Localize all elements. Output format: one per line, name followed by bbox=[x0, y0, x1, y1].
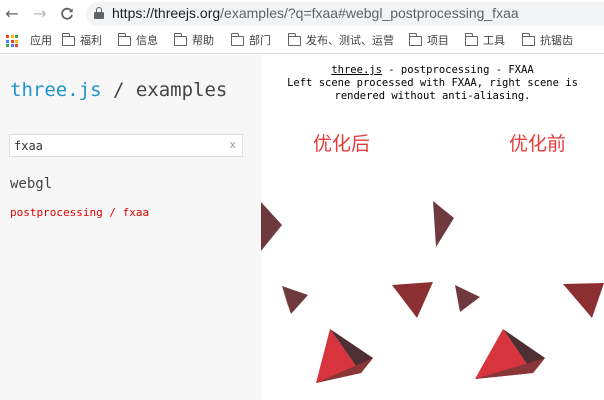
site-brand[interactable]: three.js / examples bbox=[10, 79, 227, 101]
bookmark-label: 应用 bbox=[30, 34, 52, 47]
url-text[interactable]: https://threejs.org/examples/?q=fxaa#web… bbox=[112, 5, 519, 21]
folder-icon bbox=[464, 33, 478, 46]
tetrahedron-shape bbox=[455, 285, 480, 312]
lock-icon[interactable] bbox=[94, 7, 104, 19]
clear-search-icon[interactable]: x bbox=[229, 138, 236, 151]
example-link-postprocessing-fxaa[interactable]: postprocessing / fxaa bbox=[10, 206, 149, 219]
tetrahedron-shape bbox=[563, 283, 604, 318]
bookmark-label: 部门 bbox=[249, 34, 271, 47]
folder-icon bbox=[287, 33, 301, 46]
folder-icon bbox=[117, 33, 131, 46]
url-host: https://threejs.org bbox=[112, 5, 221, 21]
info-line: rendered without anti-aliasing. bbox=[334, 90, 531, 102]
threejs-link[interactable]: three.js bbox=[331, 64, 382, 76]
annotation-after-optimization: 优化后 bbox=[313, 133, 371, 155]
folder-icon bbox=[521, 33, 535, 46]
reload-icon[interactable] bbox=[57, 4, 77, 24]
example-info: three.js - postprocessing - FXAA Left sc… bbox=[261, 64, 604, 103]
brand-examples: / examples bbox=[101, 79, 228, 101]
folder-icon bbox=[408, 33, 422, 46]
tetrahedron-shape bbox=[282, 286, 308, 314]
arrow-right-icon[interactable]: → bbox=[30, 4, 50, 24]
bookmark-label: 发布、测试、运营 bbox=[306, 34, 394, 47]
apps-grid-icon bbox=[6, 35, 18, 47]
info-title: - postprocessing - FXAA bbox=[381, 64, 534, 76]
address-bar[interactable]: https://threejs.org/examples/?q=fxaa#web… bbox=[86, 2, 604, 26]
brand-threejs[interactable]: three.js bbox=[10, 79, 102, 101]
bookmark-label: 工具 bbox=[483, 34, 505, 47]
bookmark-label: 信息 bbox=[136, 34, 158, 47]
webgl-viewport[interactable]: three.js - postprocessing - FXAA Left sc… bbox=[261, 55, 604, 400]
tetrahedron-shape bbox=[433, 201, 454, 247]
search-input[interactable]: fxaa x bbox=[9, 134, 243, 157]
bookmark-label: 抗锯齿 bbox=[540, 34, 573, 47]
bookmark-label: 项目 bbox=[427, 34, 449, 47]
tetrahedron-shape bbox=[261, 202, 282, 251]
bookmarks-bar: 应用 福利 信息 帮助 部门 发布、测试、运营 项目 工具 抗锯齿 bbox=[0, 28, 604, 54]
scene-canvas bbox=[261, 201, 604, 383]
bookmark-label: 帮助 bbox=[192, 34, 214, 47]
examples-sidebar: three.js / examples fxaa x webgl postpro… bbox=[0, 55, 261, 400]
search-value: fxaa bbox=[14, 139, 43, 153]
browser-toolbar: ← → https://threejs.org/examples/?q=fxaa… bbox=[0, 0, 604, 28]
tetrahedron-shape bbox=[392, 282, 433, 318]
bookmark-label: 福利 bbox=[80, 34, 102, 47]
folder-icon bbox=[173, 33, 187, 46]
folder-icon bbox=[61, 33, 75, 46]
arrow-left-icon[interactable]: ← bbox=[2, 4, 22, 24]
folder-icon bbox=[230, 33, 244, 46]
category-heading: webgl bbox=[10, 176, 53, 192]
url-path: /examples/?q=fxaa#webgl_postprocessing_f… bbox=[220, 5, 519, 21]
annotation-before-optimization: 优化前 bbox=[509, 133, 567, 155]
info-line: Left scene processed with FXAA, right sc… bbox=[287, 77, 578, 89]
